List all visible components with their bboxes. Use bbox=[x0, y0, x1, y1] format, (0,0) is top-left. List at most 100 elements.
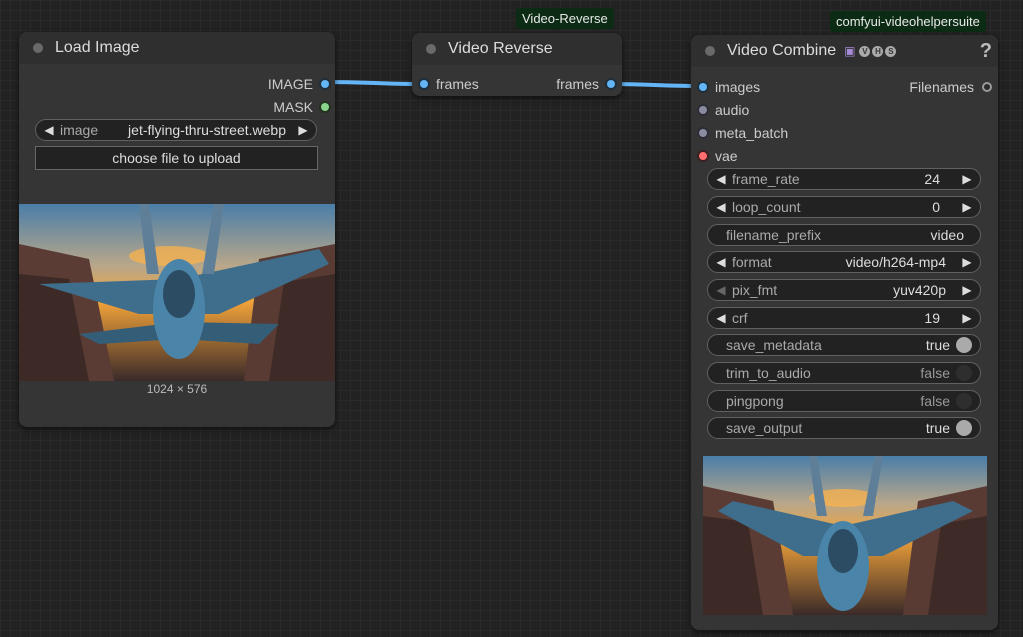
widget-value: 24 bbox=[924, 171, 940, 187]
pix-fmt-widget[interactable]: ◀ pix_fmt yuv420p ▶ bbox=[707, 279, 981, 301]
widget-value: video bbox=[930, 227, 964, 243]
widget-label: image bbox=[60, 122, 99, 138]
input-slot-dot[interactable] bbox=[699, 152, 707, 160]
toggle-on-icon[interactable] bbox=[956, 337, 972, 353]
collapse-toggle-icon[interactable] bbox=[33, 43, 43, 53]
badge-letter: H bbox=[872, 45, 884, 57]
collapse-toggle-icon[interactable] bbox=[705, 46, 715, 56]
collapse-toggle-icon[interactable] bbox=[426, 44, 436, 54]
input-label: audio bbox=[715, 102, 750, 118]
widget-label: crf bbox=[732, 310, 748, 326]
video-reverse-source-badge: Video-Reverse bbox=[516, 8, 614, 29]
input-label: frames bbox=[436, 76, 479, 92]
widget-value: 19 bbox=[924, 310, 940, 326]
video-reverse-title-bar[interactable]: Video Reverse bbox=[412, 33, 622, 65]
widget-label: pix_fmt bbox=[732, 282, 778, 298]
format-widget[interactable]: ◀ format video/h264-mp4 ▶ bbox=[707, 251, 981, 273]
input-slot-dot[interactable] bbox=[699, 106, 707, 114]
load-image-node[interactable]: Load Image IMAGE MASK ◀ image jet-flying… bbox=[19, 32, 335, 427]
output-image[interactable]: IMAGE bbox=[268, 76, 329, 92]
trim-to-audio-toggle[interactable]: trim_to_audio false bbox=[707, 362, 981, 384]
pingpong-toggle[interactable]: pingpong false bbox=[707, 390, 981, 412]
image-combo-widget[interactable]: ◀ image jet-flying-thru-street.webp ▶ bbox=[35, 119, 317, 141]
output-mask[interactable]: MASK bbox=[273, 99, 329, 115]
decrement-arrow-icon[interactable]: ◀ bbox=[714, 255, 728, 269]
input-slot-dot[interactable] bbox=[420, 80, 428, 88]
image-preview bbox=[19, 204, 335, 381]
vhs-badge: ▣ V H S bbox=[844, 44, 897, 58]
jet-preview-image bbox=[19, 204, 335, 381]
decrement-arrow-icon[interactable]: ◀ bbox=[714, 283, 728, 297]
widget-label: pingpong bbox=[726, 393, 784, 409]
increment-arrow-icon[interactable]: ▶ bbox=[960, 283, 974, 297]
toggle-off-icon[interactable] bbox=[956, 365, 972, 381]
output-label: IMAGE bbox=[267, 76, 313, 92]
widget-value: true bbox=[925, 420, 950, 436]
output-slot-dot[interactable] bbox=[982, 82, 992, 92]
save-output-toggle[interactable]: save_output true bbox=[707, 417, 981, 439]
decrement-arrow-icon[interactable]: ◀ bbox=[714, 311, 728, 325]
video-combine-title-bar[interactable]: Video Combine ▣ V H S ? bbox=[691, 35, 998, 67]
node-title: Load Image bbox=[55, 39, 140, 56]
increment-arrow-icon[interactable]: ▶ bbox=[296, 123, 310, 137]
filename-prefix-widget[interactable]: filename_prefix video bbox=[707, 224, 981, 246]
node-title: Video Combine bbox=[727, 42, 837, 59]
video-combine-node[interactable]: Video Combine ▣ V H S ? images Filenames… bbox=[691, 35, 998, 630]
decrement-arrow-icon[interactable]: ◀ bbox=[714, 172, 728, 186]
decrement-arrow-icon[interactable]: ◀ bbox=[714, 200, 728, 214]
input-vae[interactable]: vae bbox=[699, 148, 738, 164]
output-label: frames bbox=[556, 76, 599, 92]
output-frames[interactable]: frames bbox=[556, 76, 615, 92]
input-frames[interactable]: frames bbox=[420, 76, 479, 92]
widget-label: format bbox=[732, 254, 772, 270]
input-audio[interactable]: audio bbox=[699, 102, 749, 118]
output-slot-dot[interactable] bbox=[321, 80, 329, 88]
increment-arrow-icon[interactable]: ▶ bbox=[960, 200, 974, 214]
upload-button[interactable]: choose file to upload bbox=[35, 146, 318, 170]
input-slot-dot[interactable] bbox=[699, 83, 707, 91]
increment-arrow-icon[interactable]: ▶ bbox=[960, 255, 974, 269]
input-slot-dot[interactable] bbox=[699, 129, 707, 137]
badge-letter: V bbox=[859, 45, 871, 57]
widget-value: false bbox=[920, 393, 950, 409]
increment-arrow-icon[interactable]: ▶ bbox=[960, 172, 974, 186]
widget-value: yuv420p bbox=[893, 282, 946, 298]
input-label: vae bbox=[715, 148, 738, 164]
frame-rate-widget[interactable]: ◀ frame_rate 24 ▶ bbox=[707, 168, 981, 190]
widget-label: save_output bbox=[726, 420, 803, 436]
output-slot-dot[interactable] bbox=[321, 103, 329, 111]
widget-value: true bbox=[925, 337, 950, 353]
input-meta-batch[interactable]: meta_batch bbox=[699, 125, 788, 141]
save-metadata-toggle[interactable]: save_metadata true bbox=[707, 334, 981, 356]
widget-label: frame_rate bbox=[732, 171, 800, 187]
widget-label: save_metadata bbox=[726, 337, 822, 353]
crf-widget[interactable]: ◀ crf 19 ▶ bbox=[707, 307, 981, 329]
loop-count-widget[interactable]: ◀ loop_count 0 ▶ bbox=[707, 196, 981, 218]
videohelpersuite-source-badge: comfyui-videohelpersuite bbox=[830, 11, 986, 32]
badge-letter: S bbox=[885, 45, 897, 57]
decrement-arrow-icon[interactable]: ◀ bbox=[42, 123, 56, 137]
image-size-label: 1024 × 576 bbox=[146, 382, 208, 396]
output-filenames[interactable]: Filenames bbox=[909, 79, 992, 95]
robot-icon: ▣ bbox=[844, 44, 856, 58]
node-title: Video Reverse bbox=[448, 40, 553, 57]
output-slot-dot[interactable] bbox=[607, 80, 615, 88]
widget-value: jet-flying-thru-street.webp bbox=[128, 122, 286, 138]
output-label: Filenames bbox=[909, 79, 974, 95]
load-image-title-bar[interactable]: Load Image bbox=[19, 32, 335, 64]
widget-label: filename_prefix bbox=[726, 227, 821, 243]
input-images[interactable]: images bbox=[699, 79, 760, 95]
input-label: images bbox=[715, 79, 761, 95]
video-preview[interactable] bbox=[703, 456, 987, 615]
toggle-on-icon[interactable] bbox=[956, 420, 972, 436]
widget-value: false bbox=[920, 365, 950, 381]
widget-label: loop_count bbox=[732, 199, 801, 215]
input-label: meta_batch bbox=[715, 125, 789, 141]
video-reverse-node[interactable]: Video Reverse frames frames bbox=[412, 33, 622, 96]
output-label: MASK bbox=[273, 99, 313, 115]
widget-label: trim_to_audio bbox=[726, 365, 811, 381]
help-icon[interactable]: ? bbox=[980, 40, 992, 63]
toggle-off-icon[interactable] bbox=[956, 393, 972, 409]
increment-arrow-icon[interactable]: ▶ bbox=[960, 311, 974, 325]
widget-value: 0 bbox=[932, 199, 940, 215]
